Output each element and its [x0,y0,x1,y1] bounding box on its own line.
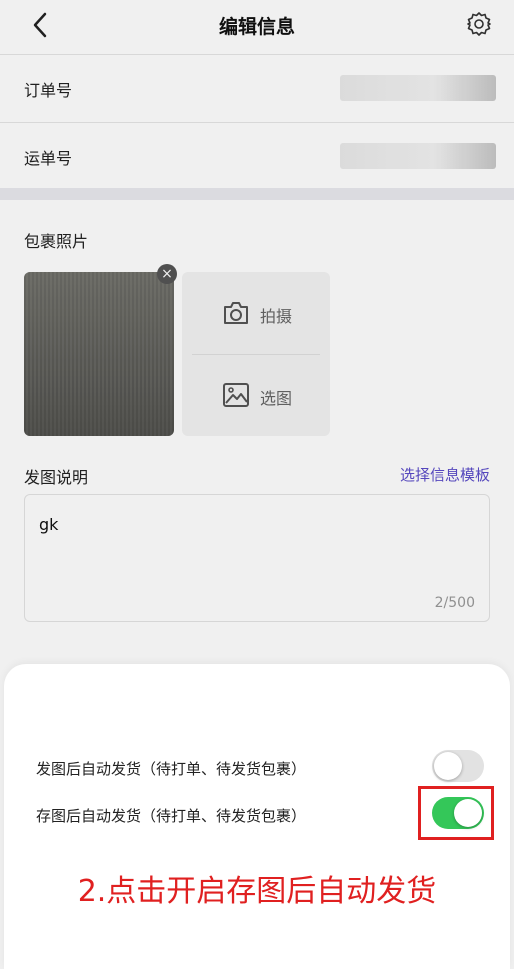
annotation-highlight-box [418,786,494,840]
instruction-annotation: 2.点击开启存图后自动发货 [77,874,437,909]
auto-ship-after-send-toggle[interactable] [432,750,484,782]
toggle-knob [434,752,462,780]
auto-ship-after-save-label: 存图后自动发货（待打单、待发货包裹） [36,807,307,825]
edit-info-page: 编辑信息 订单号 运单号 包裹照片 × 拍摄 选图 发图说明 选择信息模板 gk… [0,0,514,969]
auto-ship-after-send-label: 发图后自动发货（待打单、待发货包裹） [36,760,307,778]
